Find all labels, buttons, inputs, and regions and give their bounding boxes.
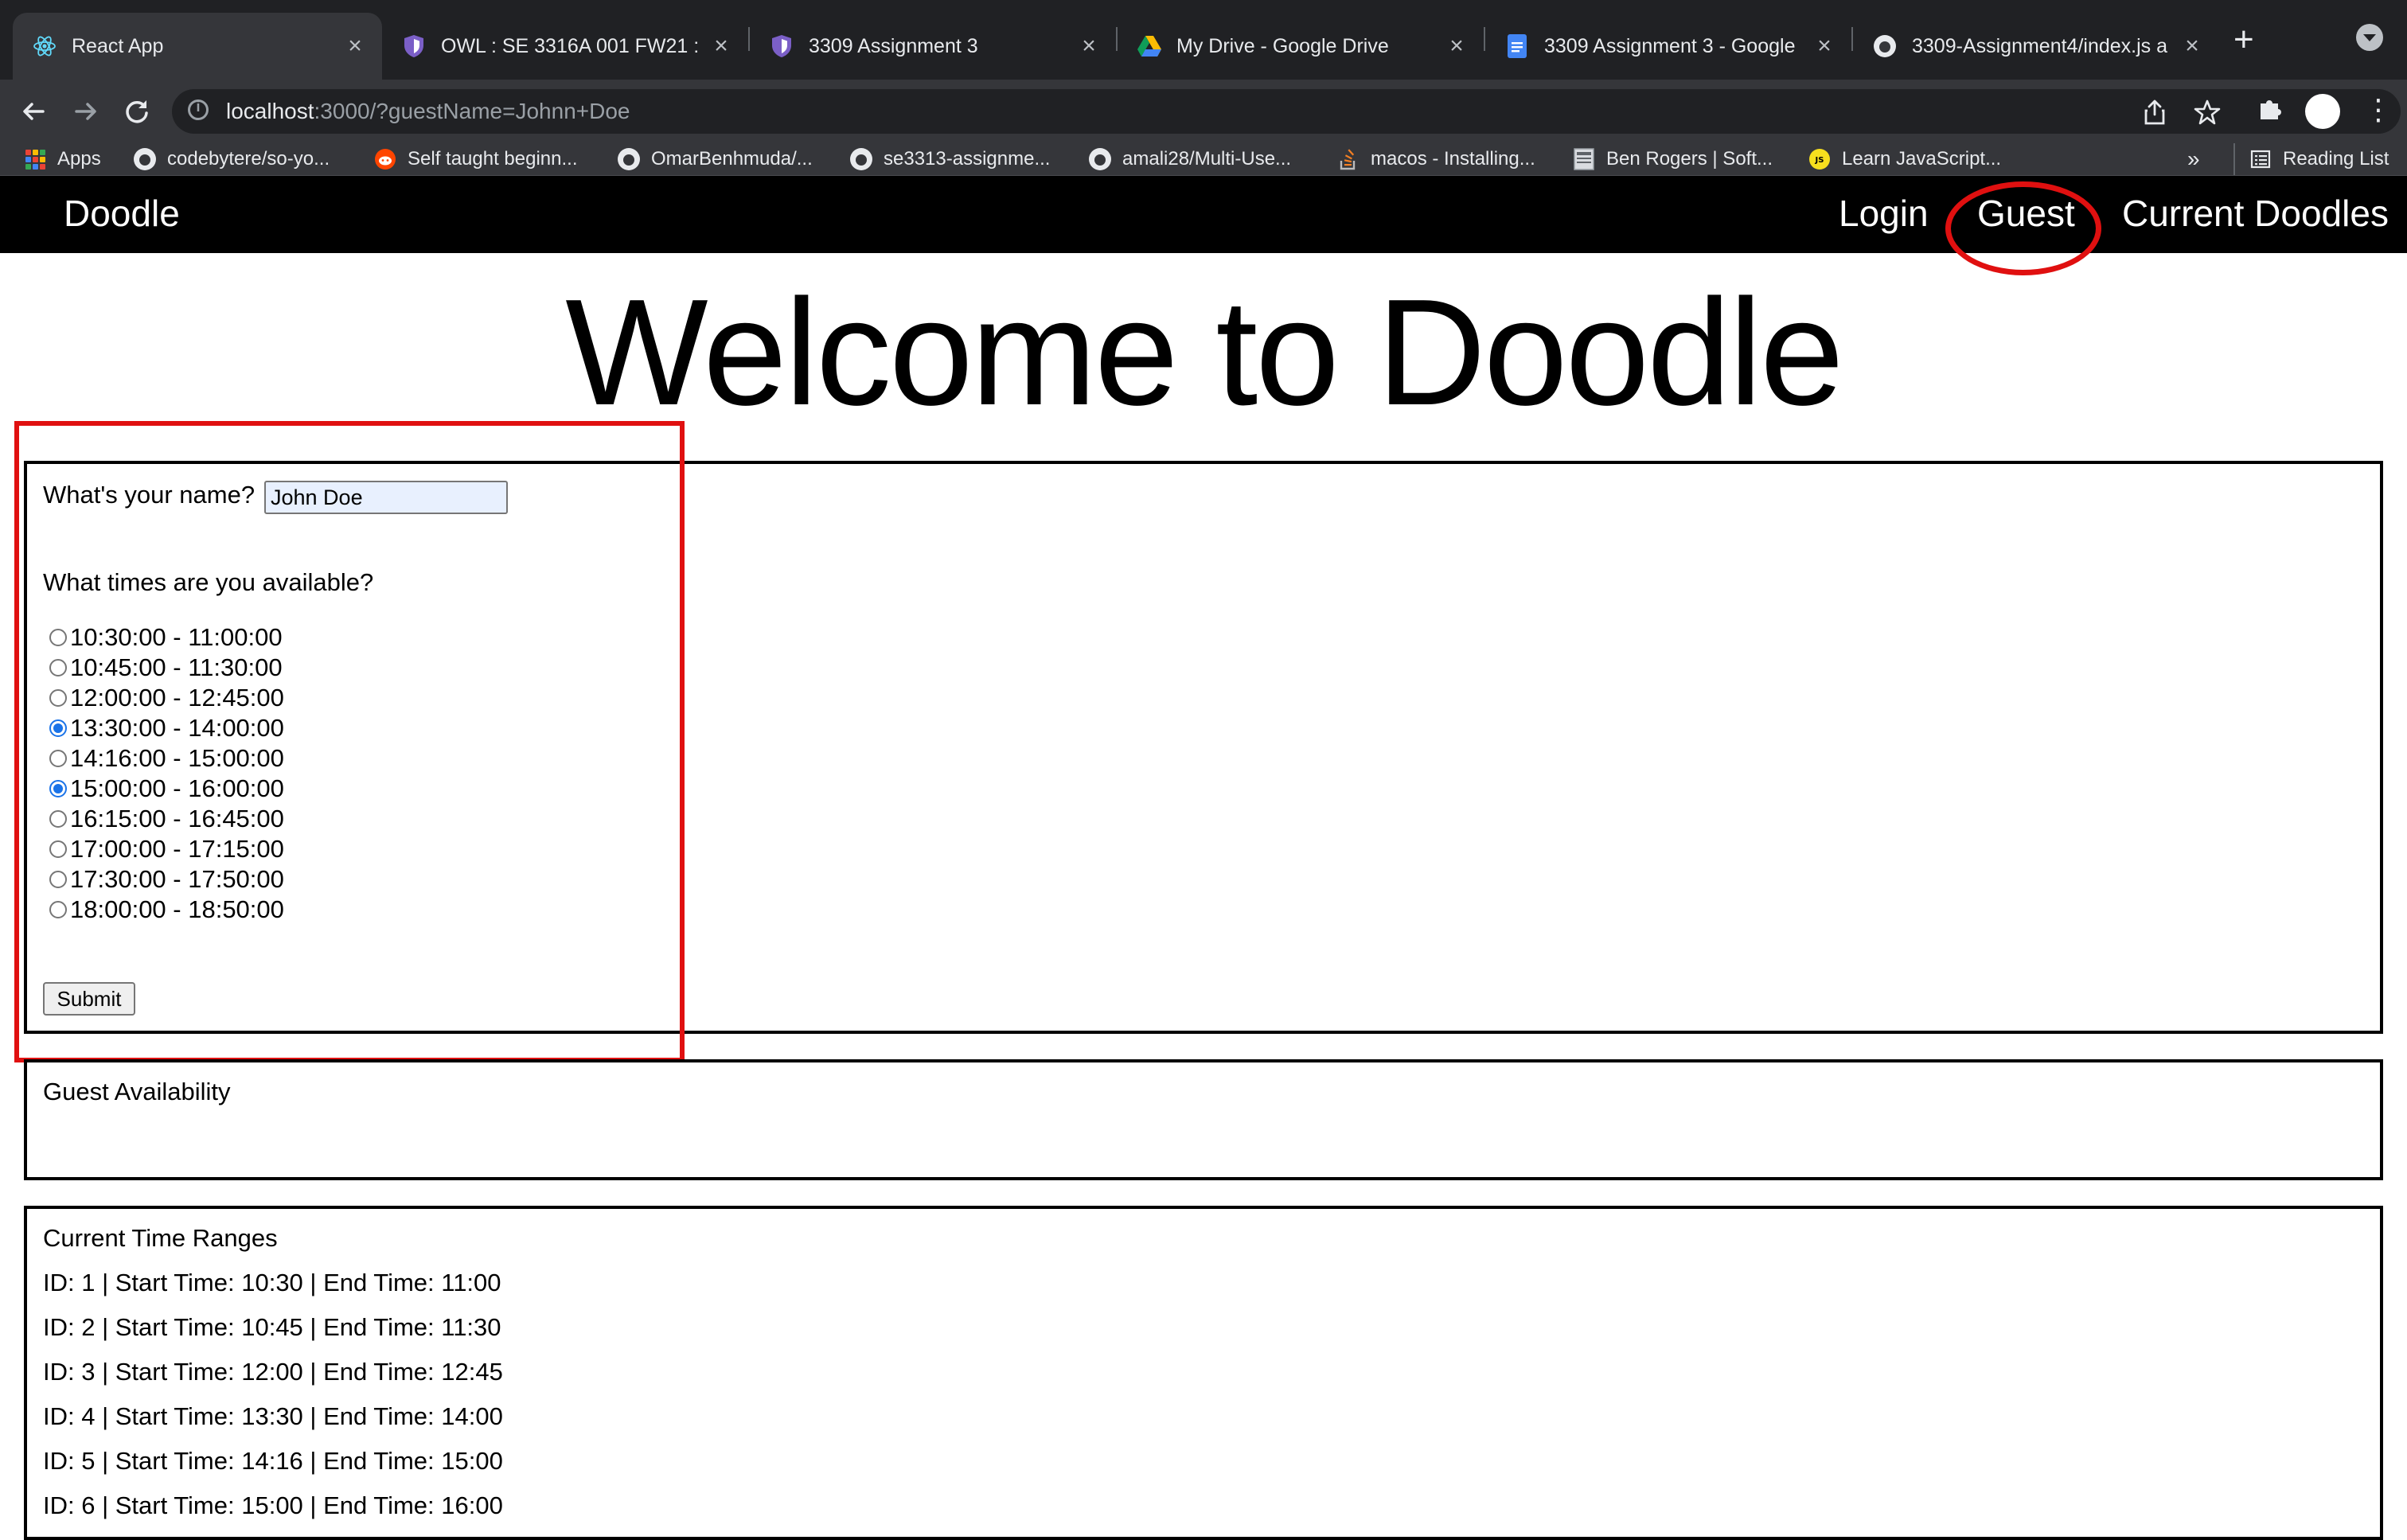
bookmarks-overflow-button[interactable]: » xyxy=(2187,143,2200,175)
bookmark-label: Learn JavaScript... xyxy=(1842,148,2002,170)
tab-title: My Drive - Google Drive xyxy=(1176,34,1389,57)
tab-close-icon[interactable]: × xyxy=(1813,33,1835,60)
tab-3309-assignment-3[interactable]: 3309 Assignment 3 × xyxy=(750,13,1116,80)
svg-text:JS: JS xyxy=(1815,156,1824,165)
app-brand[interactable]: Doodle xyxy=(64,192,180,235)
tab-owl[interactable]: OWL : SE 3316A 001 FW21 : A × xyxy=(382,13,748,80)
bookmarks-bar: Apps codebytere/so-yo... Self taught beg… xyxy=(0,143,2407,176)
time-range-row: ID: 1 | Start Time: 10:30 | End Time: 11… xyxy=(43,1269,501,1296)
tab-title: 3309 Assignment 3 - Google xyxy=(1544,34,1796,57)
tab-search-icon[interactable] xyxy=(2356,24,2383,51)
bookmark-label: codebytere/so-yo... xyxy=(167,148,330,170)
tab-close-icon[interactable]: × xyxy=(1445,33,1468,60)
profile-avatar[interactable] xyxy=(2305,94,2340,129)
nav-login[interactable]: Login xyxy=(1839,192,1929,235)
tab-title: OWL : SE 3316A 001 FW21 : A xyxy=(441,34,702,57)
tab-react-app[interactable]: React App × xyxy=(13,13,382,80)
back-icon[interactable] xyxy=(16,94,51,129)
time-range-row: ID: 3 | Start Time: 12:00 | End Time: 12… xyxy=(43,1358,503,1386)
forward-icon[interactable] xyxy=(68,94,103,129)
bookmark-label: macos - Installing... xyxy=(1371,148,1535,170)
tab-close-icon[interactable]: × xyxy=(1078,33,1100,60)
tab-title: 3309 Assignment 3 xyxy=(809,34,978,57)
github-icon xyxy=(850,148,872,170)
site-info-icon[interactable] xyxy=(188,99,209,120)
stackoverflow-icon xyxy=(1337,148,1360,170)
bookmark-amali28[interactable]: amali28/Multi-Use... xyxy=(1089,143,1291,175)
tab-close-icon[interactable]: × xyxy=(344,33,366,60)
url-text[interactable]: localhost:3000/?guestName=Johnn+Doe xyxy=(226,99,630,124)
github-icon xyxy=(1872,33,1898,59)
google-docs-icon xyxy=(1504,33,1530,59)
time-range-row: ID: 6 | Start Time: 15:00 | End Time: 16… xyxy=(43,1491,503,1519)
bookmark-label: Ben Rogers | Soft... xyxy=(1606,148,1773,170)
bookmark-label: OmarBenhmuda/... xyxy=(651,148,813,170)
browser-menu-icon[interactable]: ⋮ xyxy=(2364,91,2393,129)
time-range-row: ID: 4 | Start Time: 13:30 | End Time: 14… xyxy=(43,1402,503,1430)
extensions-icon[interactable] xyxy=(2253,94,2288,129)
bookmark-label: se3313-assignme... xyxy=(884,148,1051,170)
tab-close-icon[interactable]: × xyxy=(710,33,732,60)
bookmark-se3313[interactable]: se3313-assignme... xyxy=(850,143,1050,175)
bookmark-omarbenhmuda[interactable]: OmarBenhmuda/... xyxy=(618,143,813,175)
guest-availability-title: Guest Availability xyxy=(43,1078,231,1105)
guest-availability-panel xyxy=(24,1059,2383,1180)
github-icon xyxy=(134,148,156,170)
js-icon: JS xyxy=(1808,148,1831,170)
new-tab-button[interactable]: + xyxy=(2233,22,2254,57)
github-icon xyxy=(1089,148,1111,170)
bookmark-label: Apps xyxy=(57,148,101,170)
bookmark-learn-javascript[interactable]: JS Learn JavaScript... xyxy=(1808,143,2001,175)
bookmark-self-taught[interactable]: Self taught beginn... xyxy=(374,143,578,175)
time-range-row: ID: 2 | Start Time: 10:45 | End Time: 11… xyxy=(43,1313,501,1341)
annotation-circle xyxy=(1945,181,2101,275)
shield-icon xyxy=(769,33,794,59)
tab-title: React App xyxy=(72,34,164,57)
tab-close-icon[interactable]: × xyxy=(2181,33,2203,60)
reading-list-label: Reading List xyxy=(2283,148,2389,170)
url-host: localhost xyxy=(226,99,314,123)
bookmark-label: Self taught beginn... xyxy=(408,148,578,170)
tab-title: 3309-Assignment4/index.js a xyxy=(1912,34,2168,57)
bookmark-ben-rogers[interactable]: Ben Rogers | Soft... xyxy=(1573,143,1773,175)
tab-github-index[interactable]: 3309-Assignment4/index.js a × xyxy=(1853,13,2219,80)
annotation-box xyxy=(14,421,685,1062)
url-path: :3000/?guestName=Johnn+Doe xyxy=(314,99,630,123)
react-icon xyxy=(32,33,57,59)
reload-icon[interactable] xyxy=(119,94,154,129)
share-icon[interactable] xyxy=(2143,99,2167,132)
github-icon xyxy=(618,148,640,170)
browser-tab-strip: React App × OWL : SE 3316A 001 FW21 : A … xyxy=(0,0,2407,80)
reading-list-button[interactable]: Reading List xyxy=(2233,143,2389,175)
google-drive-icon xyxy=(1137,33,1162,59)
shield-icon xyxy=(401,33,427,59)
reading-list-icon xyxy=(2249,148,2272,170)
time-ranges-title: Current Time Ranges xyxy=(43,1224,278,1252)
page-icon xyxy=(1573,148,1595,170)
apps-grid-icon xyxy=(24,148,46,170)
bookmark-label: amali28/Multi-Use... xyxy=(1122,148,1292,170)
bookmark-apps[interactable]: Apps xyxy=(24,143,101,175)
reddit-icon xyxy=(374,148,396,170)
address-bar[interactable]: localhost:3000/?guestName=Johnn+Doe xyxy=(172,89,2401,134)
nav-current-doodles[interactable]: Current Doodles xyxy=(2122,192,2389,235)
bookmark-star-icon[interactable] xyxy=(2194,99,2221,132)
bookmark-macos[interactable]: macos - Installing... xyxy=(1337,143,1535,175)
bookmark-codebytere[interactable]: codebytere/so-yo... xyxy=(134,143,330,175)
browser-toolbar: localhost:3000/?guestName=Johnn+Doe ⋮ xyxy=(0,80,2407,143)
tab-google-drive[interactable]: My Drive - Google Drive × xyxy=(1118,13,1484,80)
tab-google-docs[interactable]: 3309 Assignment 3 - Google × xyxy=(1485,13,1851,80)
time-range-row: ID: 5 | Start Time: 14:16 | End Time: 15… xyxy=(43,1447,503,1475)
page-title: Welcome to Doodle xyxy=(565,268,1844,437)
